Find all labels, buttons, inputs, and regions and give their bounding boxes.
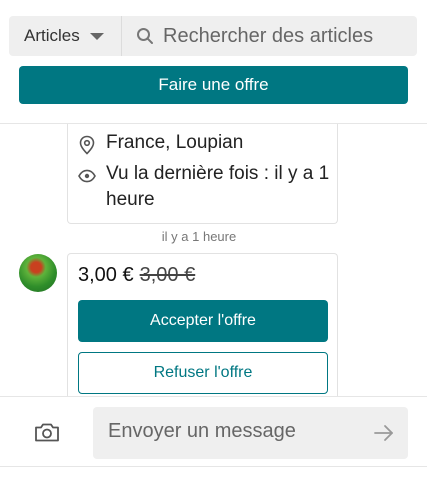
location-row: France, Loupian [78, 130, 243, 156]
top-bar: Articles [0, 0, 427, 65]
make-offer-button[interactable]: Faire une offre [19, 66, 408, 104]
avatar[interactable] [19, 254, 57, 292]
offer-price-row: 3,00 € 3,00 € [78, 264, 195, 287]
message-input[interactable] [108, 420, 358, 443]
offer-price-new: 3,00 € [78, 264, 134, 286]
last-seen-row: Vu la dernière fois : il y a 1 heure [78, 161, 333, 213]
camera-icon[interactable] [34, 421, 60, 443]
message-field[interactable] [93, 407, 408, 459]
offer-price-old: 3,00 € [139, 264, 196, 286]
message-timestamp: il y a 1 heure [161, 229, 237, 244]
category-dropdown[interactable]: Articles [9, 16, 121, 56]
item-info-card: France, Loupian Vu la dernière fois : il… [67, 124, 338, 224]
offer-card: 3,00 € 3,00 € Accepter l'offre Refuser l… [67, 253, 338, 413]
search-input[interactable] [163, 24, 413, 48]
refuse-offer-label: Refuser l'offre [153, 364, 253, 381]
make-offer-label: Faire une offre [158, 75, 269, 94]
bottom-divider [0, 466, 427, 467]
chevron-down-icon [89, 32, 104, 40]
refuse-offer-button[interactable]: Refuser l'offre [78, 352, 328, 394]
search-bar: Articles [9, 16, 417, 56]
search-icon [137, 28, 153, 44]
location-text: France, Loupian [106, 132, 244, 153]
arrow-right-icon[interactable] [374, 424, 394, 442]
last-seen-text: Vu la dernière fois : il y a 1 heure [106, 163, 330, 210]
search-field[interactable] [122, 16, 417, 56]
accept-offer-label: Accepter l'offre [150, 312, 256, 329]
category-label: Articles [24, 26, 80, 45]
location-pin-icon [79, 135, 95, 155]
eye-icon [78, 169, 96, 183]
accept-offer-button[interactable]: Accepter l'offre [78, 300, 328, 342]
